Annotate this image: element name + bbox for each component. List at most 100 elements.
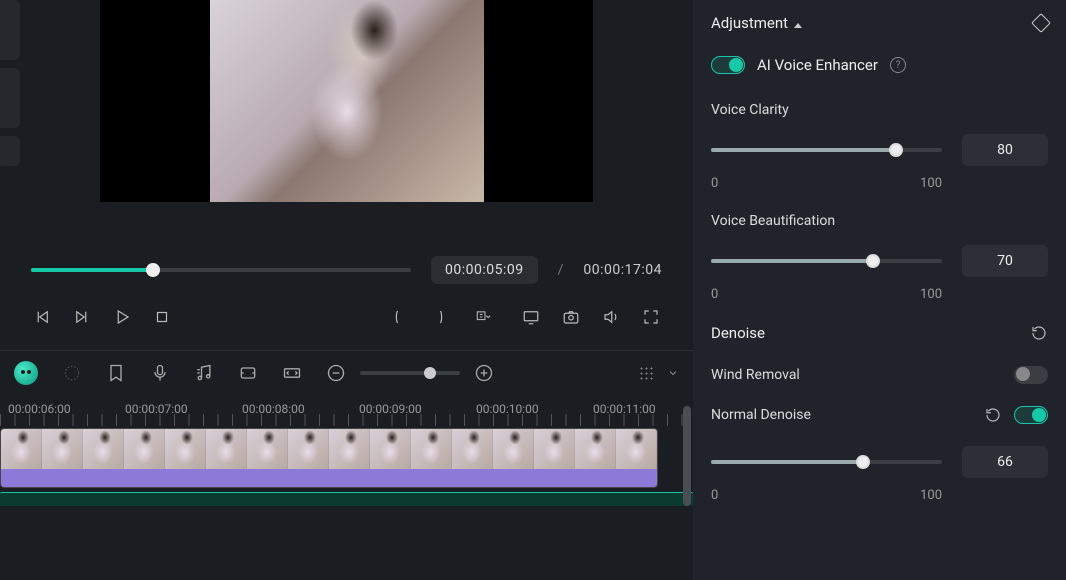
- voice-clarity-value[interactable]: 80: [962, 134, 1048, 166]
- display-button[interactable]: [520, 306, 542, 328]
- zoom-in-button[interactable]: [474, 363, 494, 383]
- slider-max: 100: [920, 176, 942, 191]
- video-preview[interactable]: [100, 0, 593, 202]
- audio-adjust-icon[interactable]: [194, 363, 214, 383]
- clip-frame: [370, 429, 411, 471]
- ai-voice-toggle[interactable]: [711, 56, 745, 74]
- clip-frame: [288, 429, 329, 471]
- slider-min: 0: [711, 176, 718, 191]
- microphone-icon[interactable]: [150, 363, 170, 383]
- clip-frame: [329, 429, 370, 471]
- clip-frame: [124, 429, 165, 471]
- toggle-knob: [1016, 367, 1030, 381]
- normal-denoise-label: Normal Denoise: [711, 407, 811, 423]
- reset-icon[interactable]: [984, 406, 1002, 424]
- slider-fill: [711, 148, 896, 152]
- ruler-marks: [0, 414, 693, 426]
- crop-clip-icon[interactable]: [238, 363, 258, 383]
- slider-max: 100: [920, 287, 942, 302]
- voice-clarity-group: Voice Clarity 80 0 100: [711, 102, 1048, 191]
- seek-thumb[interactable]: [146, 263, 160, 277]
- preview-and-timeline: 00:00:05:09 / 00:00:17:04: [0, 0, 693, 580]
- step-back-button[interactable]: [31, 306, 53, 328]
- voice-clarity-slider[interactable]: [711, 148, 942, 152]
- ai-assistant-icon[interactable]: [14, 361, 38, 385]
- grid-view-icon[interactable]: [639, 366, 653, 380]
- wind-removal-row: Wind Removal: [711, 366, 1048, 384]
- voice-beautification-slider[interactable]: [711, 259, 942, 263]
- normal-denoise-slider[interactable]: [711, 460, 942, 464]
- normal-denoise-row: Normal Denoise: [711, 406, 1048, 424]
- video-frame-image: [210, 0, 484, 202]
- slider-knob[interactable]: [889, 143, 903, 157]
- clip-frame: [42, 429, 83, 471]
- dropdown-icon[interactable]: [667, 363, 679, 383]
- zoom-out-button[interactable]: [326, 363, 346, 383]
- slider-knob[interactable]: [856, 455, 870, 469]
- properties-panel: Adjustment AI Voice Enhancer ? Voice Cla…: [693, 0, 1066, 580]
- mark-in-button[interactable]: [388, 306, 410, 328]
- fullscreen-button[interactable]: [640, 306, 662, 328]
- step-forward-button[interactable]: [71, 306, 93, 328]
- clip-frame: [616, 429, 657, 471]
- snapshot-button[interactable]: [560, 306, 582, 328]
- toggle-knob: [729, 58, 743, 72]
- help-icon[interactable]: ?: [890, 57, 906, 73]
- timeline-toolbar: [0, 350, 693, 394]
- clip-frame: [206, 429, 247, 471]
- adjustment-label: Adjustment: [711, 14, 788, 32]
- clip-frame: [452, 429, 493, 471]
- seek-slider[interactable]: [31, 268, 411, 272]
- slider-min: 0: [711, 488, 718, 503]
- slider-fill: [711, 460, 863, 464]
- reset-icon[interactable]: [1030, 324, 1048, 342]
- timeline-tracks: [0, 428, 693, 506]
- mark-out-button[interactable]: [428, 306, 450, 328]
- stop-button[interactable]: [151, 306, 173, 328]
- denoise-section-header[interactable]: Denoise: [711, 324, 1048, 342]
- zoom-slider[interactable]: [360, 371, 460, 375]
- clip-frame: [83, 429, 124, 471]
- slider-fill: [711, 259, 873, 263]
- markers-button[interactable]: [468, 306, 502, 328]
- clip-frame: [1, 429, 42, 471]
- current-time[interactable]: 00:00:05:09: [431, 256, 538, 284]
- wind-removal-label: Wind Removal: [711, 367, 800, 383]
- normal-denoise-value[interactable]: 66: [962, 446, 1048, 478]
- vertical-scrollbar[interactable]: [683, 406, 691, 506]
- keyframe-diamond-icon[interactable]: [1031, 13, 1051, 33]
- clip-frame: [493, 429, 534, 471]
- clip-frame: [575, 429, 616, 471]
- volume-button[interactable]: [600, 306, 622, 328]
- voice-beautification-value[interactable]: 70: [962, 245, 1048, 277]
- slider-knob[interactable]: [866, 254, 880, 268]
- timeline-ruler[interactable]: 00:00:06:00 00:00:07:00 00:00:08:00 00:0…: [0, 394, 693, 428]
- adjustment-section-header[interactable]: Adjustment: [711, 14, 1048, 32]
- normal-denoise-toggle[interactable]: [1014, 406, 1048, 424]
- clip-frame: [411, 429, 452, 471]
- voice-beautification-group: Voice Beautification 70 0 100: [711, 213, 1048, 302]
- caret-up-icon: [794, 23, 802, 28]
- slider-max: 100: [920, 488, 942, 503]
- marker-flag-icon[interactable]: [62, 363, 82, 383]
- preview-area: 00:00:05:09 / 00:00:17:04: [0, 0, 693, 350]
- total-time: 00:00:17:04: [583, 262, 662, 278]
- clip-frame: [534, 429, 575, 471]
- slider-min: 0: [711, 287, 718, 302]
- resize-clip-icon[interactable]: [282, 363, 302, 383]
- video-clip[interactable]: [0, 428, 658, 488]
- play-button[interactable]: [111, 306, 133, 328]
- clip-frame: [165, 429, 206, 471]
- wind-removal-toggle[interactable]: [1014, 366, 1048, 384]
- denoise-label: Denoise: [711, 324, 765, 342]
- clip-audio-bar: [1, 469, 657, 487]
- voice-clarity-label: Voice Clarity: [711, 102, 1048, 118]
- bookmark-icon[interactable]: [106, 363, 126, 383]
- seek-fill: [31, 268, 153, 272]
- ai-voice-label: AI Voice Enhancer: [757, 56, 878, 74]
- clip-frame: [247, 429, 288, 471]
- voice-beautification-label: Voice Beautification: [711, 213, 1048, 229]
- audio-track[interactable]: [0, 492, 693, 506]
- zoom-thumb[interactable]: [424, 367, 436, 379]
- normal-denoise-slider-group: 66 0 100: [711, 446, 1048, 503]
